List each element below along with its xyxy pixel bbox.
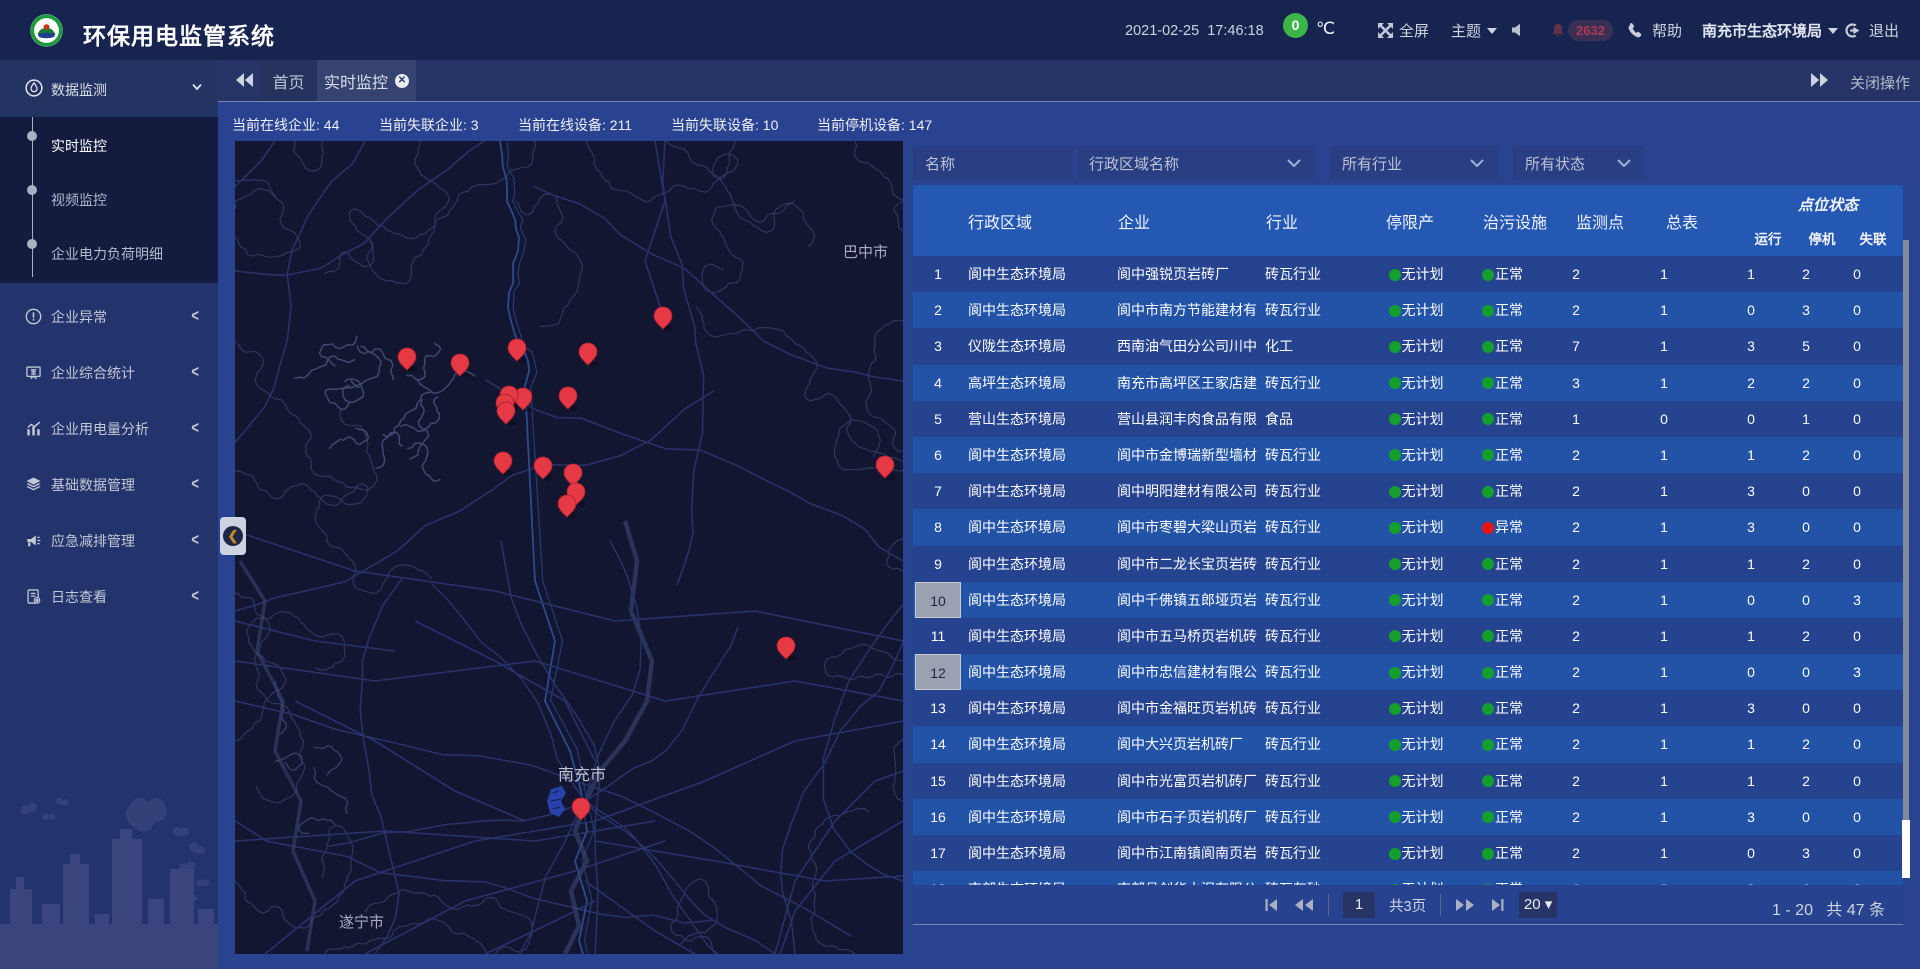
svg-text:遂宁市: 遂宁市 (339, 914, 384, 931)
svg-text:巴中市: 巴中市 (843, 244, 888, 261)
svg-text:南充市: 南充市 (558, 766, 606, 784)
